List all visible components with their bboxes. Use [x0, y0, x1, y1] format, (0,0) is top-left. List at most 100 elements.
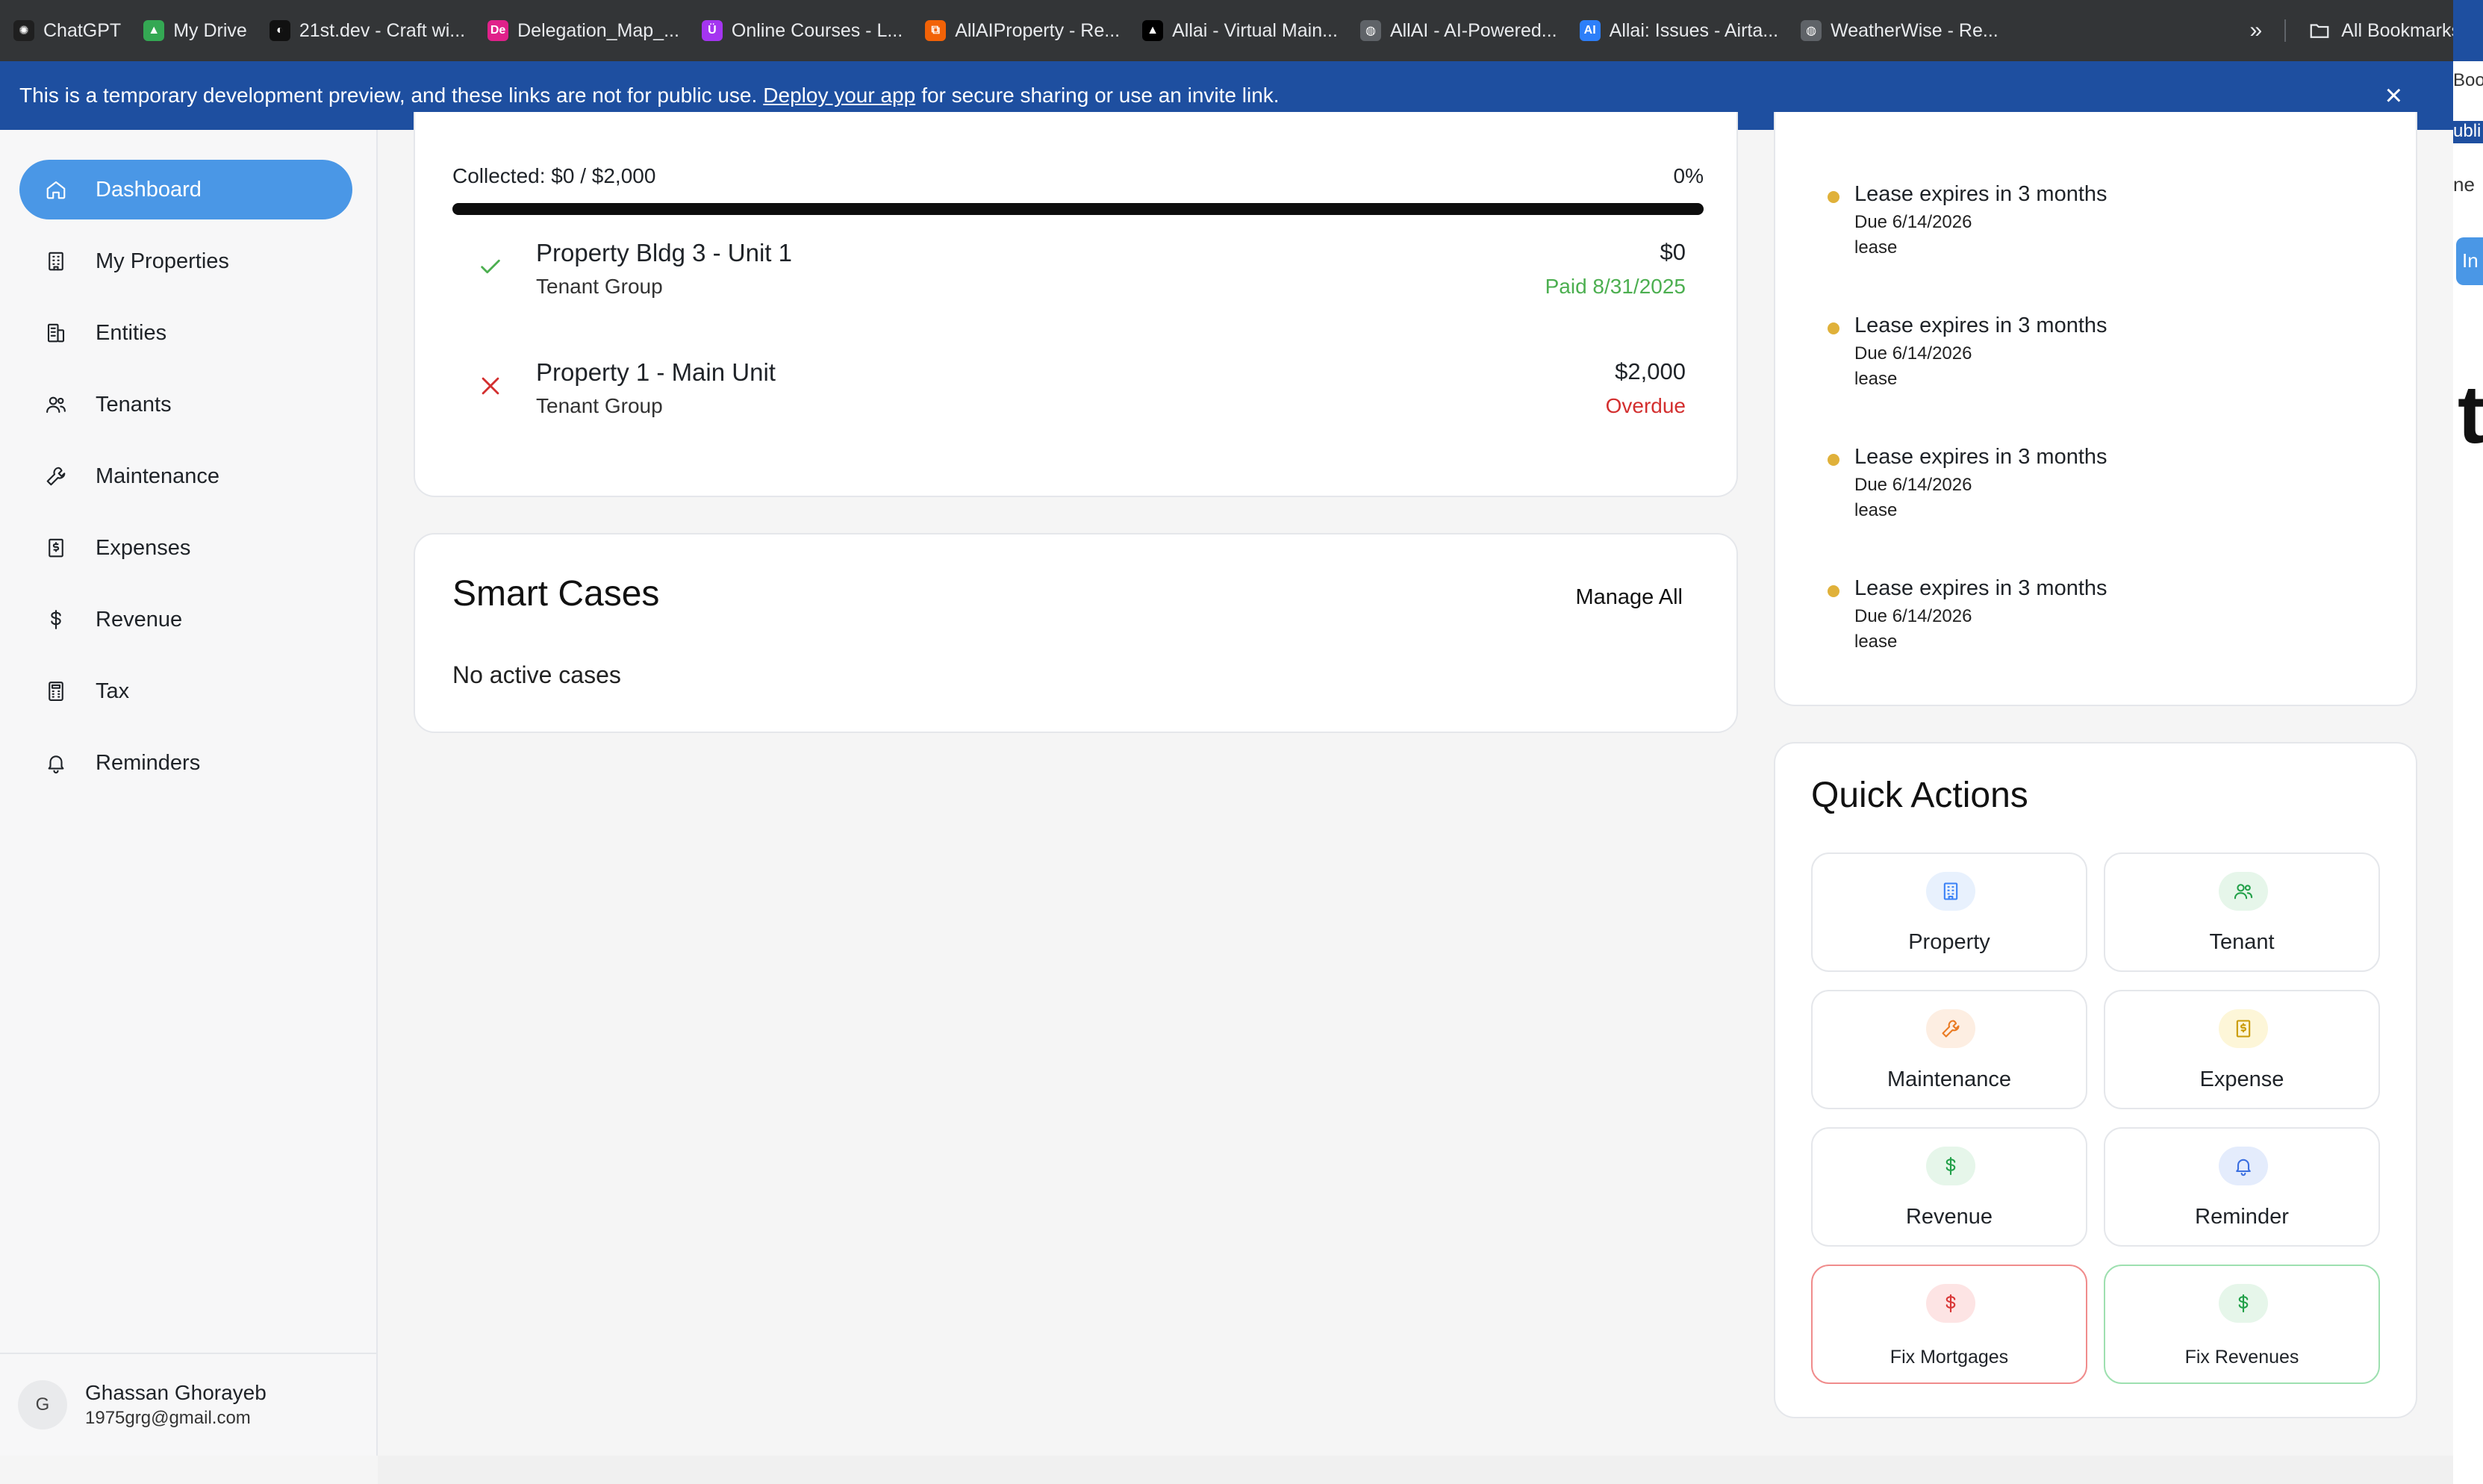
payment-status: Overdue [1605, 394, 1686, 417]
receipt-icon [2219, 1009, 2268, 1048]
sidebar-item-tax[interactable]: Tax [19, 661, 352, 721]
manage-all-button[interactable]: Manage All [1576, 585, 1683, 610]
sidebar-item-label: Maintenance [96, 464, 220, 488]
udemy-icon: Ü [701, 20, 723, 41]
bookmark-item[interactable]: ◐ 21st.dev - Craft wi... [269, 19, 466, 42]
deploy-app-link[interactable]: Deploy your app [763, 84, 915, 107]
upcoming-reminders-card: Lease expires in 3 months Due 6/14/2026 le… [1774, 112, 2417, 706]
rent-amount: $0 [1660, 239, 1686, 265]
collected-percent: 0% [1673, 164, 1704, 187]
x-icon [478, 373, 503, 399]
bookmark-label: ChatGPT [43, 19, 122, 41]
reminder-due-date: Due 6/14/2026 [1854, 475, 1972, 495]
wrench-icon [1926, 1009, 1975, 1048]
quick-action-expense[interactable]: Expense [2104, 990, 2380, 1109]
all-bookmarks-button[interactable]: All Bookmarks [2341, 20, 2461, 42]
reminder-title: Lease expires in 3 months [1854, 314, 2107, 337]
bookmark-label: AllAI - AI-Powered... [1389, 19, 1557, 41]
bookmark-item[interactable]: ✺ ChatGPT [13, 20, 121, 42]
sidebar-item-reminders[interactable]: Reminders [19, 733, 352, 793]
sidebar-item-label: Expenses [96, 535, 191, 560]
chevron-double-right-icon[interactable]: » [2250, 18, 2263, 43]
reminder-title: Lease expires in 3 months [1854, 182, 2107, 206]
quick-action-fix-revenues[interactable]: Fix Revenues [2104, 1265, 2380, 1384]
globe-icon: ◍ [1359, 20, 1381, 41]
collected-summary: Collected: $0 / $2,000 0% [452, 164, 1704, 188]
page-bottom [378, 1456, 2453, 1484]
sidebar-item-maintenance[interactable]: Maintenance [19, 446, 352, 506]
building-icon [1926, 872, 1975, 911]
sidebar-item-tenants[interactable]: Tenants [19, 375, 352, 434]
smart-cases-title: Smart Cases [452, 574, 660, 614]
bookmark-label: 21st.dev - Craft wi... [299, 19, 466, 41]
dollar-icon [1926, 1284, 1975, 1323]
sidebar-item-revenue[interactable]: Revenue [19, 590, 352, 649]
google-drive-icon: ▲ [143, 20, 165, 41]
building-icon [43, 249, 69, 274]
tenant-name: Tenant Group [536, 275, 663, 298]
globe-icon: ◍ [1801, 20, 1822, 41]
background-window-fragment: Boo ubli ne In t [2453, 61, 2483, 1484]
bookmarks-divider [2284, 19, 2287, 42]
quick-action-maintenance[interactable]: Maintenance [1811, 990, 2087, 1109]
bookmark-item[interactable]: ▲ My Drive [143, 20, 247, 42]
sidebar-item-entities[interactable]: Entities [19, 303, 352, 363]
quick-action-label: Tenant [2209, 930, 2275, 954]
no-cases-text: No active cases [452, 661, 621, 688]
receipt-icon [43, 535, 69, 561]
rent-payment-row[interactable]: Property Bldg 3 - Unit 1 Tenant Group $0 Pa… [452, 239, 1686, 314]
status-dot [1828, 322, 1839, 334]
sidebar-item-label: Dashboard [96, 177, 202, 202]
bookmark-label: Delegation_Map_... [517, 19, 679, 41]
sidebar: Dashboard My Properties Entities Tenants Mai… [0, 130, 378, 1456]
dollar-icon [1926, 1147, 1975, 1185]
sidebar-item-my-properties[interactable]: My Properties [19, 231, 352, 291]
bookmark-item[interactable]: ◍ WeatherWise - Re... [1801, 20, 1998, 42]
sidebar-item-expenses[interactable]: Expenses [19, 518, 352, 578]
bookmark-label: Online Courses - L... [731, 19, 903, 41]
bookmark-item[interactable]: AI Allai: Issues - Airta... [1579, 20, 1778, 42]
bookmark-item[interactable]: Ü Online Courses - L... [701, 19, 903, 42]
quick-action-fix-mortgages[interactable]: Fix Mortgages [1811, 1265, 2087, 1384]
quick-action-property[interactable]: Property [1811, 852, 2087, 972]
banner-text-after: for secure sharing or use an invite link… [921, 84, 1280, 107]
bookmark-item[interactable]: ▲ Allai - Virtual Main... [1142, 20, 1338, 42]
status-dot [1828, 191, 1839, 203]
quick-action-label: Reminder [2195, 1205, 2289, 1229]
check-icon [478, 254, 503, 279]
quick-actions-card: Quick Actions Property Tenant Maintenance E… [1774, 742, 2417, 1418]
reminder-due-date: Due 6/14/2026 [1854, 343, 1972, 364]
quick-action-revenue[interactable]: Revenue [1811, 1127, 2087, 1247]
payment-status: Paid 8/31/2025 [1545, 275, 1686, 298]
user-name: Ghassan Ghorayeb [85, 1381, 267, 1404]
bell-icon [2219, 1147, 2268, 1185]
fragment-text: ne [2453, 173, 2475, 196]
bookmark-item[interactable]: ⧉ AllAIProperty - Re... [925, 20, 1120, 42]
quick-action-tenant[interactable]: Tenant [2104, 852, 2380, 972]
fragment-text: t [2458, 369, 2483, 461]
sidebar-item-dashboard[interactable]: Dashboard [19, 160, 352, 219]
bookmark-item[interactable]: ◍ AllAI - AI-Powered... [1359, 19, 1557, 42]
airtable-icon: AI [1579, 20, 1601, 41]
reminder-due-date: Due 6/14/2026 [1854, 606, 1972, 626]
user-profile[interactable]: G Ghassan Ghorayeb 1975grg@gmail.com [0, 1353, 376, 1456]
rent-payment-row[interactable]: Property 1 - Main Unit Tenant Group $2,000… [452, 358, 1686, 433]
smart-cases-card: Smart Cases Manage All No active cases [414, 533, 1738, 733]
reminder-type: lease [1854, 500, 1898, 520]
vercel-icon: ▲ [1142, 20, 1164, 41]
reminder-title: Lease expires in 3 months [1854, 445, 2107, 469]
close-icon[interactable]: × [2385, 78, 2402, 113]
quick-action-label: Fix Mortgages [1889, 1347, 2009, 1368]
dollar-icon [43, 607, 69, 632]
quick-action-reminder[interactable]: Reminder [2104, 1127, 2380, 1247]
fragment-text: ubli [2453, 121, 2483, 143]
bookmark-label: AllAIProperty - Re... [955, 19, 1121, 41]
wrench-icon [43, 464, 69, 489]
avatar: G [18, 1380, 67, 1430]
bookmark-item[interactable]: De Delegation_Map_... [487, 20, 679, 42]
sidebar-item-label: Tax [96, 679, 130, 703]
reminder-due-date: Due 6/14/2026 [1854, 212, 1972, 232]
rent-amount: $2,000 [1615, 358, 1686, 384]
property-name: Property Bldg 3 - Unit 1 [536, 239, 792, 266]
bookmark-label: My Drive [173, 19, 247, 41]
